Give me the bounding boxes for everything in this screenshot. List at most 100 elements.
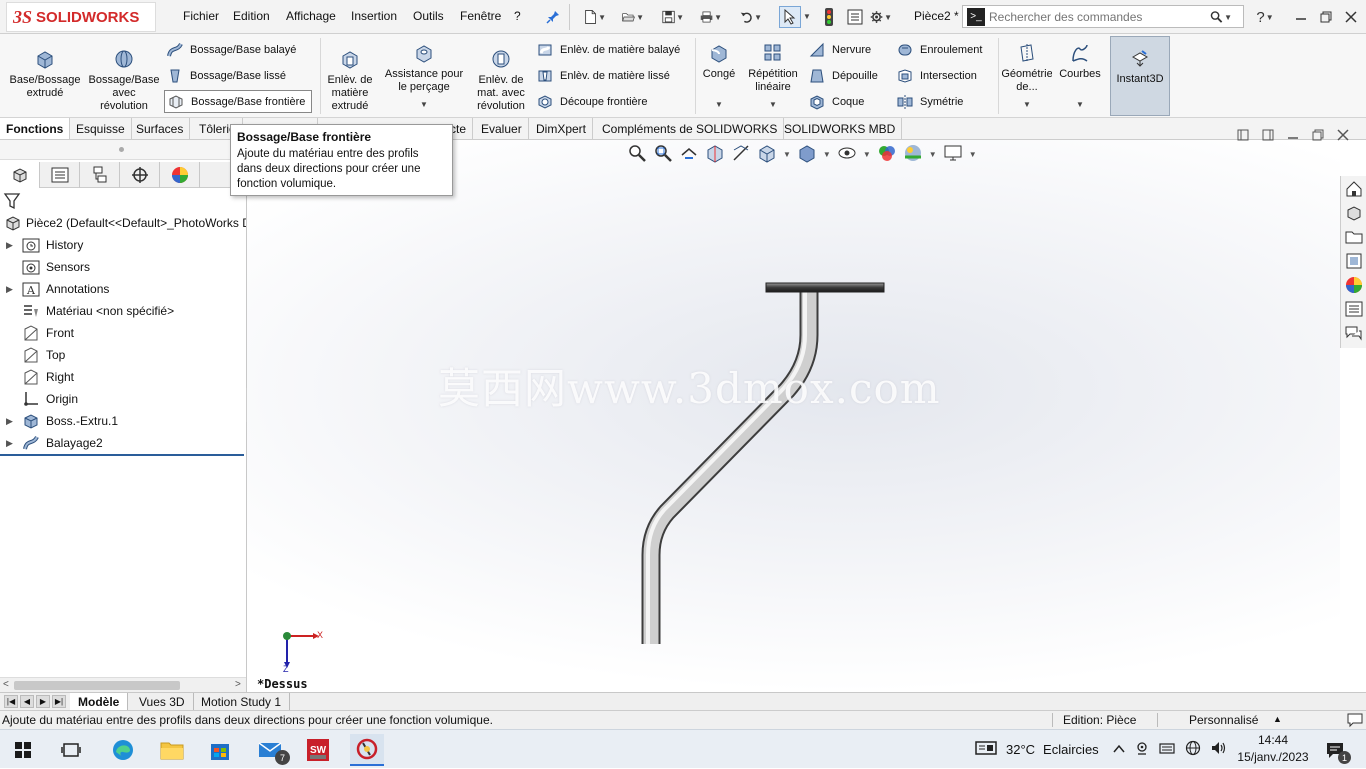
search-input[interactable] xyxy=(989,9,1209,24)
linear-pattern-button[interactable]: Répétition linéaire ▼ xyxy=(742,42,804,111)
rib-button[interactable]: Nervure xyxy=(808,40,871,60)
expand-arrow-icon[interactable]: ▶ xyxy=(6,284,16,295)
tab-solidworks-mbd[interactable]: SOLIDWORKS MBD xyxy=(778,118,903,139)
tree-item-boss-extrude[interactable]: ▶ Boss.-Extru.1 xyxy=(0,410,246,432)
close-icon[interactable] xyxy=(1340,6,1362,28)
appearances-scenes-icon[interactable] xyxy=(1343,274,1365,296)
extruded-cut-button[interactable]: Enlèv. de matière extrudé xyxy=(324,48,376,113)
units-up-arrow-icon[interactable]: ▲ xyxy=(1273,714,1282,724)
tab-last-icon[interactable]: ▶| xyxy=(52,695,66,708)
hole-wizard-dropdown-icon[interactable]: ▼ xyxy=(420,98,428,111)
rollback-bar[interactable] xyxy=(0,454,244,456)
print-icon[interactable]: ▼ xyxy=(700,6,722,28)
task-view-icon[interactable] xyxy=(54,734,88,766)
scroll-left-icon[interactable]: < xyxy=(3,679,9,690)
display-manager-tab[interactable] xyxy=(160,162,200,188)
lofted-boss-button[interactable]: Bossage/Base lissé xyxy=(166,66,286,86)
instant3d-button[interactable]: Instant3D xyxy=(1110,36,1170,116)
filter-icon[interactable] xyxy=(3,192,23,212)
dimxpert-manager-tab[interactable] xyxy=(120,162,160,188)
tree-item-front-plane[interactable]: Front xyxy=(0,322,246,344)
select-pointer-icon[interactable] xyxy=(779,6,801,28)
file-explorer-taskbar-icon[interactable] xyxy=(155,734,189,766)
property-manager-tab[interactable] xyxy=(40,162,80,188)
edge-browser-icon[interactable] xyxy=(106,734,140,766)
status-units[interactable]: Personnalisé xyxy=(1189,713,1258,727)
windows-start-icon[interactable] xyxy=(6,734,40,766)
help-question-icon[interactable]: ? ▼ xyxy=(1254,6,1276,28)
search-magnifier-icon[interactable]: ▼ xyxy=(1210,6,1232,28)
swept-boss-button[interactable]: Bossage/Base balayé xyxy=(166,40,296,60)
menu-edition[interactable]: Edition xyxy=(233,9,270,23)
solidworks-logo[interactable]: 3S SOLIDWORKS xyxy=(6,2,156,32)
microsoft-store-icon[interactable] xyxy=(203,734,237,766)
new-document-icon[interactable]: ▼ xyxy=(584,6,606,28)
fillet-dropdown-icon[interactable]: ▼ xyxy=(715,98,723,111)
expand-arrow-icon[interactable]: ▶ xyxy=(6,438,16,449)
tab-first-icon[interactable]: |◀ xyxy=(4,695,18,708)
tab-complements[interactable]: Compléments de SOLIDWORKS xyxy=(596,118,785,139)
tree-item-origin[interactable]: Origin xyxy=(0,388,246,410)
tree-item-history[interactable]: ▶ History xyxy=(0,234,246,256)
revolved-boss-button[interactable]: Bossage/Base avec révolution xyxy=(86,48,162,113)
mail-icon[interactable]: 7 xyxy=(254,734,290,766)
tab-dimxpert[interactable]: DimXpert xyxy=(530,118,594,139)
tab-motion-study[interactable]: Motion Study 1 xyxy=(193,693,291,710)
menu-fenetre[interactable]: Fenêtre xyxy=(460,9,501,23)
menu-outils[interactable]: Outils xyxy=(413,9,444,23)
graphics-area[interactable]: ▼ ▼ ▼ ▼ ▼ 莫西网www.3dmox.com X Z *Dessus xyxy=(247,129,1349,692)
tab-evaluer[interactable]: Evaluer xyxy=(475,118,529,139)
webcam-icon[interactable] xyxy=(1135,741,1149,758)
horizontal-scrollbar[interactable]: < > xyxy=(0,677,246,692)
notification-center-icon[interactable]: 1 xyxy=(1318,734,1352,766)
save-icon[interactable]: ▼ xyxy=(662,6,684,28)
menu-help[interactable]: ? xyxy=(514,9,521,23)
solidworks-resources-home-icon[interactable] xyxy=(1343,178,1365,200)
tree-item-sensors[interactable]: Sensors xyxy=(0,256,246,278)
select-dropdown-icon[interactable]: ▼ xyxy=(803,12,811,21)
tree-item-sweep[interactable]: ▶ Balayage2 xyxy=(0,432,246,454)
expand-arrow-icon[interactable]: ▶ xyxy=(6,416,16,427)
wrap-button[interactable]: Enroulement xyxy=(896,40,982,60)
tab-fonctions[interactable]: Fonctions xyxy=(0,118,71,139)
revolved-cut-button[interactable]: Enlèv. de mat. avec révolution xyxy=(472,48,530,113)
boundary-cut-button[interactable]: Découpe frontière xyxy=(536,92,647,112)
mirror-button[interactable]: Symétrie xyxy=(896,92,963,112)
reference-geometry-dropdown-icon[interactable]: ▼ xyxy=(1023,98,1031,111)
tab-vues-3d[interactable]: Vues 3D xyxy=(131,693,194,710)
hole-wizard-button[interactable]: Assistance pour le perçage ▼ xyxy=(380,42,468,111)
menu-fichier[interactable]: Fichier xyxy=(183,9,219,23)
rebuild-traffic-light-icon[interactable] xyxy=(818,6,840,28)
tree-item-top-plane[interactable]: Top xyxy=(0,344,246,366)
menu-insertion[interactable]: Insertion xyxy=(351,9,397,23)
tree-item-material[interactable]: Matériau <non spécifié> xyxy=(0,300,246,322)
minimize-icon[interactable] xyxy=(1290,6,1312,28)
file-properties-icon[interactable] xyxy=(844,6,866,28)
fillet-button[interactable]: Congé ▼ xyxy=(700,42,738,111)
forum-icon[interactable] xyxy=(1343,322,1365,344)
intersect-button[interactable]: Intersection xyxy=(896,66,977,86)
options-gear-icon[interactable]: ▼ xyxy=(870,6,892,28)
tab-prev-icon[interactable]: ◀ xyxy=(20,695,34,708)
open-folder-icon[interactable]: ▼ xyxy=(622,6,644,28)
weather-widget[interactable]: 32°C Eclaircies xyxy=(975,730,1099,769)
tree-item-right-plane[interactable]: Right xyxy=(0,366,246,388)
active-app-taskbar-icon[interactable] xyxy=(350,734,384,766)
expand-arrow-icon[interactable]: ▶ xyxy=(6,240,16,251)
solidworks-taskbar-icon[interactable]: SW xyxy=(301,734,335,766)
restore-icon[interactable] xyxy=(1315,6,1337,28)
tree-root-part[interactable]: Pièce2 (Default<<Default>_PhotoWorks D xyxy=(0,212,246,234)
pin-icon[interactable] xyxy=(542,6,564,28)
tab-esquisse[interactable]: Esquisse xyxy=(70,118,132,139)
menu-affichage[interactable]: Affichage xyxy=(286,9,336,23)
draft-button[interactable]: Dépouille xyxy=(808,66,878,86)
network-globe-icon[interactable] xyxy=(1185,740,1201,759)
view-palette-icon[interactable] xyxy=(1343,250,1365,272)
reference-geometry-button[interactable]: Géométrie de... ▼ xyxy=(1002,42,1052,111)
configuration-manager-tab[interactable] xyxy=(80,162,120,188)
panel-handle[interactable] xyxy=(0,140,246,160)
boundary-boss-button[interactable]: Bossage/Base frontière xyxy=(164,90,313,113)
swept-cut-button[interactable]: Enlèv. de matière balayé xyxy=(536,40,680,60)
scroll-right-icon[interactable]: > xyxy=(235,679,241,690)
tab-modele[interactable]: Modèle xyxy=(70,693,129,710)
